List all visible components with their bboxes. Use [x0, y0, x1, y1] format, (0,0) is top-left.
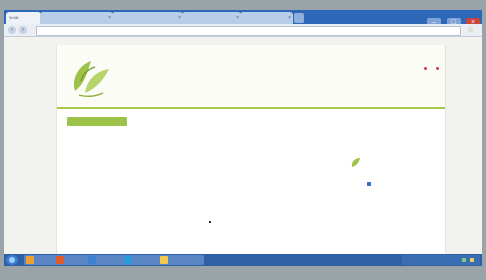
- sidebar: [349, 148, 439, 186]
- mouse-cursor: [209, 221, 211, 223]
- sidebar-more-icon[interactable]: [367, 182, 371, 186]
- window-controls: – □ ×: [426, 11, 480, 28]
- header-dot-icon[interactable]: [436, 67, 439, 70]
- tab-label: ระบบ: [9, 15, 19, 20]
- document-icon: [160, 256, 168, 264]
- close-icon[interactable]: ×: [178, 12, 181, 24]
- header-icons: [419, 57, 439, 75]
- browser-icon: [88, 256, 96, 264]
- tab-5[interactable]: ×: [240, 12, 293, 24]
- taskbar-button[interactable]: [158, 255, 204, 265]
- leaf-icon: [351, 158, 360, 167]
- leaf-logo-icon[interactable]: [65, 51, 113, 103]
- close-icon[interactable]: ×: [108, 12, 111, 24]
- header-dot-icon[interactable]: [423, 67, 427, 70]
- new-tab-button[interactable]: [294, 13, 304, 23]
- tab-4[interactable]: ×: [182, 12, 241, 24]
- volume-icon[interactable]: [470, 257, 474, 262]
- folder-icon: [26, 256, 34, 264]
- sidebar-item[interactable]: [349, 154, 439, 186]
- tab-3[interactable]: ×: [112, 12, 183, 24]
- address-bar: ‹ › ☆: [4, 24, 482, 37]
- windows-logo-icon: [9, 257, 15, 263]
- tab-1[interactable]: ระบบ: [6, 12, 41, 24]
- app-icon: [124, 256, 132, 264]
- site-header: [57, 45, 445, 109]
- bookmark-star-icon[interactable]: ☆: [467, 25, 474, 34]
- site-container: [56, 45, 446, 254]
- menu-button[interactable]: [67, 117, 127, 126]
- tab-2[interactable]: ×: [40, 12, 113, 24]
- close-icon[interactable]: ×: [288, 12, 291, 24]
- network-icon[interactable]: [461, 257, 466, 262]
- start-button[interactable]: [6, 255, 18, 265]
- browser-tab-strip: ระบบ × × × × – □ ×: [4, 10, 482, 28]
- screen: ระบบ × × × × – □ × ‹ › ☆: [4, 10, 482, 266]
- monitor-frame: ระบบ × × × × – □ × ‹ › ☆: [0, 0, 486, 280]
- close-icon[interactable]: ×: [236, 12, 239, 24]
- system-tray: [402, 255, 480, 265]
- forward-button[interactable]: ›: [19, 26, 27, 34]
- url-field[interactable]: [36, 26, 461, 36]
- taskbar: [4, 254, 482, 266]
- page-viewport: [4, 37, 482, 254]
- back-button[interactable]: ‹: [8, 26, 16, 34]
- media-icon: [56, 256, 64, 264]
